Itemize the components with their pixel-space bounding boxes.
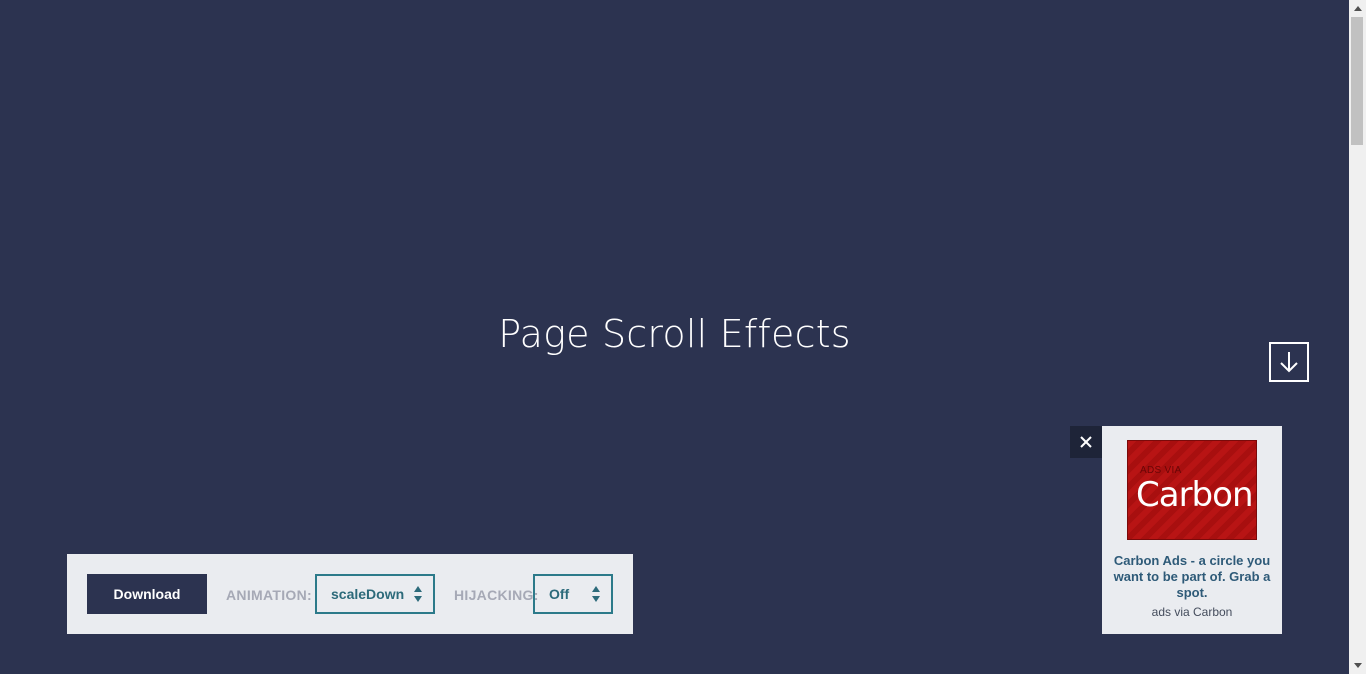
page-section: Page Scroll Effects Download ANIMATION: … [0,0,1349,674]
animation-label: ANIMATION: [226,587,312,603]
scroll-down-icon [1353,663,1362,668]
ad-via-link[interactable]: ads via Carbon [1112,605,1272,619]
arrow-down-icon [1280,352,1298,373]
page-title: Page Scroll Effects [498,312,851,356]
scroll-up-arrow[interactable] [1349,0,1366,17]
scroll-down-arrow[interactable] [1349,657,1366,674]
up-down-arrows-icon [592,586,600,602]
animation-select-value: scaleDown [331,586,405,602]
vertical-scrollbar[interactable] [1349,0,1366,674]
ad-image-brand-text: Carbon [1136,475,1253,515]
animation-select[interactable]: scaleDown [315,574,435,614]
ad-text-link[interactable]: Carbon Ads - a circle you want to be par… [1112,553,1272,601]
controls-panel: Download ANIMATION: scaleDown HIJACKING:… [67,554,633,634]
next-section-button[interactable] [1269,342,1309,382]
carbon-ad: ADS VIA Carbon Carbon Ads - a circle you… [1102,426,1282,634]
hijacking-select-value: Off [549,586,570,602]
ad-image[interactable]: ADS VIA Carbon [1127,440,1257,540]
hijacking-select[interactable]: Off [533,574,613,614]
scroll-up-icon [1353,6,1362,11]
hijacking-label: HIJACKING: [454,587,539,603]
scrollbar-thumb[interactable] [1351,17,1363,145]
ad-close-button[interactable] [1070,426,1102,458]
download-button[interactable]: Download [87,574,207,614]
up-down-arrows-icon [414,586,422,602]
close-icon [1080,436,1092,448]
